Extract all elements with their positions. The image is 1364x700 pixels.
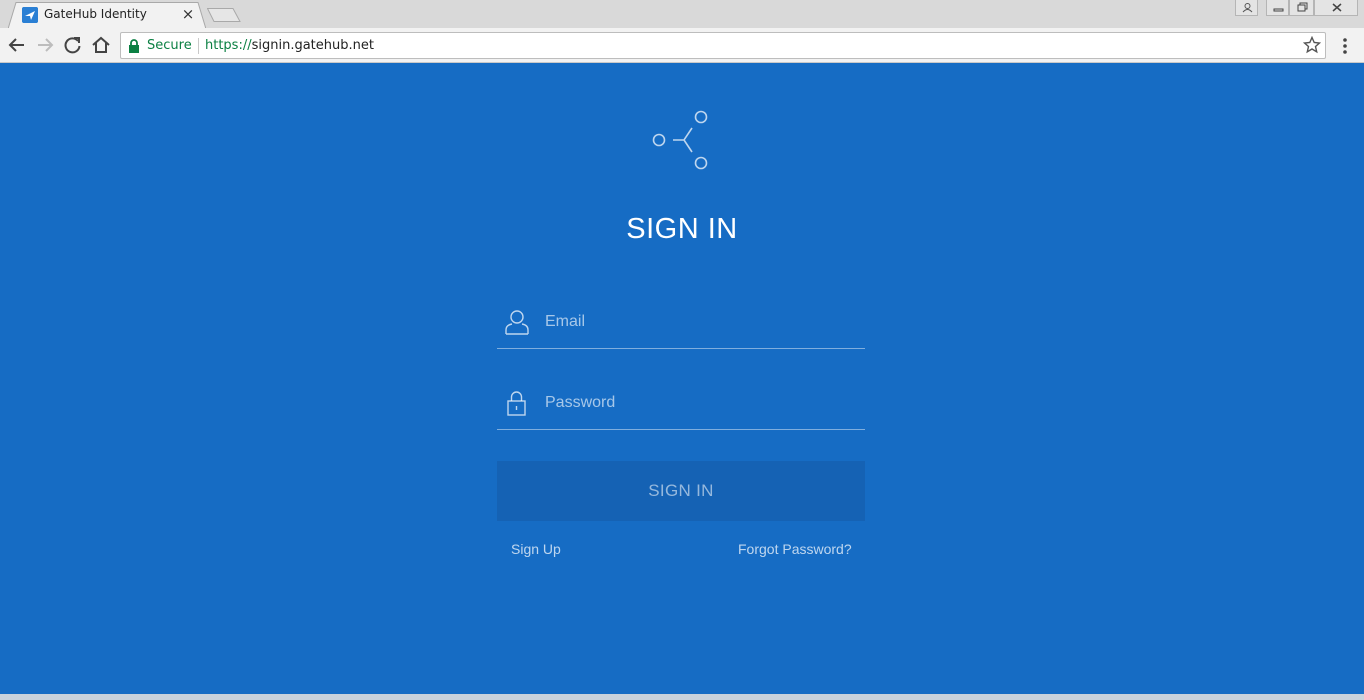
taskbar-edge	[0, 694, 1364, 700]
browser-chrome: GateHub Identity × Secure https://signin…	[0, 0, 1364, 63]
address-separator	[198, 38, 199, 54]
sign-in-button[interactable]: SIGN IN	[497, 461, 865, 521]
signin-page: SIGN IN SIGN IN Sign Up Forgot Password?	[0, 63, 1364, 700]
kebab-menu-icon[interactable]	[1336, 36, 1354, 56]
home-icon[interactable]	[90, 35, 112, 55]
email-input[interactable]	[545, 305, 855, 339]
profile-icon	[1242, 3, 1253, 13]
forward-arrow-icon[interactable]	[34, 35, 56, 55]
password-field-group	[497, 380, 865, 430]
email-field-group	[497, 299, 865, 349]
minimize-button[interactable]	[1266, 0, 1289, 16]
page-title: SIGN IN	[626, 213, 738, 245]
profile-button[interactable]	[1235, 0, 1258, 16]
lock-icon	[507, 391, 526, 416]
back-arrow-icon[interactable]	[6, 35, 28, 55]
tab-strip: GateHub Identity ×	[0, 0, 1364, 29]
bookmark-star-icon[interactable]	[1303, 36, 1321, 54]
close-icon	[1332, 3, 1342, 12]
secure-label: Secure	[147, 38, 192, 53]
close-window-button[interactable]	[1314, 0, 1358, 16]
url-text[interactable]: https://signin.gatehub.net	[205, 38, 374, 53]
restore-icon	[1297, 2, 1308, 12]
new-tab-button[interactable]	[207, 8, 241, 22]
tab-title: GateHub Identity	[44, 7, 147, 21]
url-host: signin.gatehub.net	[251, 38, 374, 53]
forgot-password-link[interactable]: Forgot Password?	[738, 541, 852, 557]
user-icon	[505, 310, 529, 335]
sign-up-link[interactable]: Sign Up	[511, 541, 561, 557]
url-scheme: https://	[205, 38, 252, 53]
address-bar[interactable]: Secure https://signin.gatehub.net	[120, 32, 1326, 59]
gatehub-favicon-icon	[22, 7, 38, 23]
reload-icon[interactable]	[62, 35, 84, 55]
gatehub-logo-icon	[652, 110, 708, 170]
restore-button[interactable]	[1289, 0, 1314, 16]
tab-close-icon[interactable]: ×	[179, 5, 197, 23]
lock-icon	[129, 39, 139, 53]
browser-toolbar: Secure https://signin.gatehub.net	[0, 28, 1364, 63]
minimize-icon	[1273, 8, 1284, 12]
password-input[interactable]	[545, 386, 855, 420]
